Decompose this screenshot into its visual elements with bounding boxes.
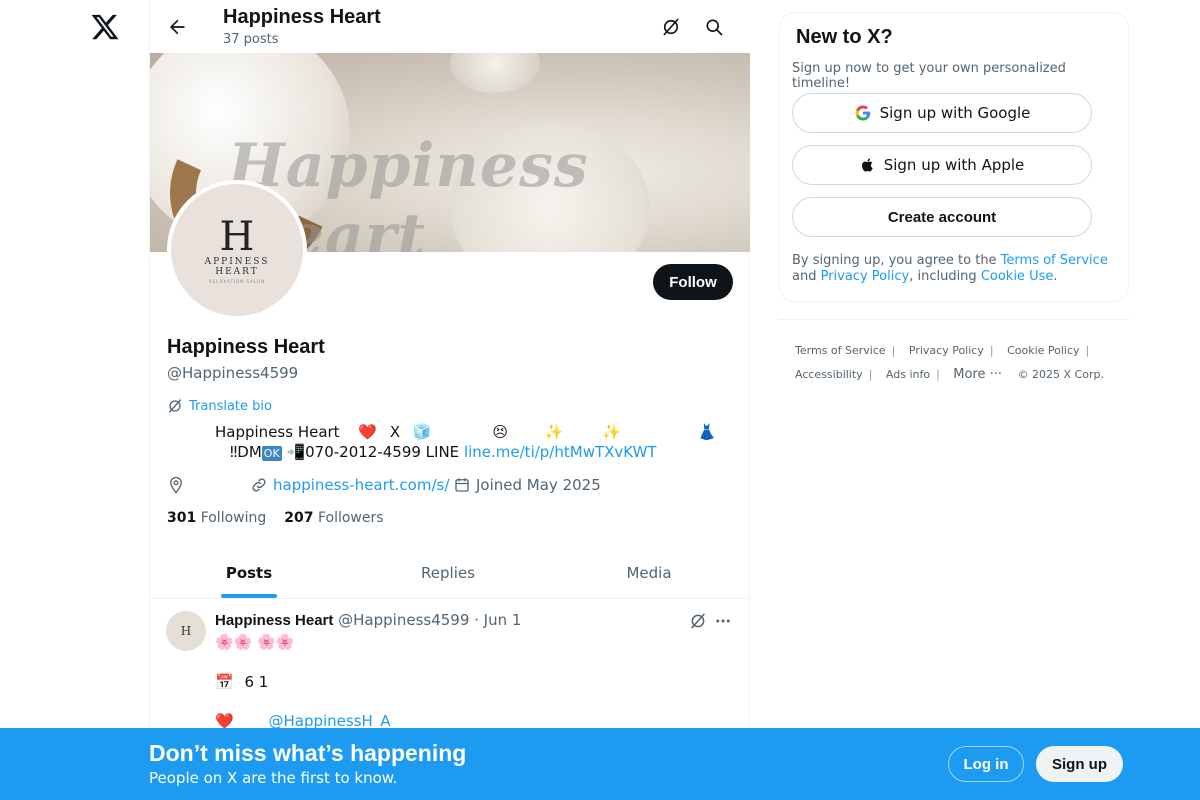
sidebar-divider	[779, 319, 1129, 320]
bio-face-emoji: 😣	[492, 423, 508, 441]
footer-accessibility-link[interactable]: Accessibility	[795, 368, 863, 381]
footer-cookie-link[interactable]: Cookie Policy	[1007, 344, 1079, 357]
legal-including: , including	[909, 269, 981, 284]
location-item	[167, 476, 185, 494]
grok-icon[interactable]	[658, 14, 684, 40]
profile-name: Happiness Heart	[167, 336, 325, 358]
follow-button[interactable]: Follow	[653, 264, 733, 300]
privacy-link[interactable]: Privacy Policy	[821, 269, 910, 284]
post-avatar-monogram: H	[180, 624, 192, 638]
bio-ice-emoji: 🧊	[412, 423, 432, 441]
google-icon	[855, 105, 870, 121]
followers-count: 207	[284, 510, 314, 526]
footer-ads-info-link[interactable]: Ads info	[886, 368, 930, 381]
profile-column: Happiness Heart 37 posts Happiness Heart…	[149, 0, 750, 800]
bio-line-2: ‼DM OK 📲070-2012-4599 LINE line.me/ti/p/h…	[230, 443, 657, 461]
profile-header-bar: Happiness Heart 37 posts	[150, 0, 750, 53]
post-line-date: 📅 6 1	[215, 673, 268, 691]
translate-bio-label: Translate bio	[189, 398, 272, 414]
legal-prefix: By signing up, you agree to the	[792, 253, 1001, 268]
tab-posts[interactable]: Posts	[150, 547, 348, 599]
footer-more-button[interactable]: More ···	[953, 367, 1002, 382]
cookie-use-link[interactable]: Cookie Use	[981, 269, 1054, 284]
signup-card: New to X? Sign up now to get your own pe…	[779, 12, 1129, 302]
bottom-signup-bar: Don’t miss what’s happening People on X …	[0, 728, 1200, 800]
bio-phone-text: 📲070-2012-4599 LINE	[286, 443, 460, 461]
profile-avatar[interactable]: H APPINESS HEART RELAXATION SALON	[167, 180, 307, 320]
translate-icon	[169, 399, 181, 413]
bottom-bar-title: Don’t miss what’s happening	[149, 740, 467, 766]
more-options-icon[interactable]	[713, 611, 733, 631]
tab-replies[interactable]: Replies	[348, 547, 548, 599]
active-tab-indicator	[221, 594, 277, 598]
bio-line-1: Happiness Heart ❤️ X 🧊 😣 ✨ ✨ 👗	[215, 423, 735, 441]
header-post-count: 37 posts	[223, 32, 279, 47]
apple-signup-label: Sign up with Apple	[883, 156, 1025, 174]
following-count: 301	[167, 510, 197, 526]
signup-card-subtitle: Sign up now to get your own personalized…	[792, 61, 1066, 91]
calendar-icon	[455, 478, 469, 492]
footer-links: Terms of Service | Privacy Policy | Cookie…	[795, 344, 1104, 382]
joined-date: Joined May 2025	[476, 476, 601, 494]
footer-copyright: © 2025 X Corp.	[1017, 368, 1104, 381]
website-item: happiness-heart.com/s/	[250, 476, 449, 494]
post-avatar[interactable]: H	[166, 611, 206, 651]
location-pin-icon	[170, 476, 182, 494]
legal-end: .	[1053, 269, 1058, 284]
apple-signup-button[interactable]: Sign up with Apple	[792, 145, 1092, 185]
avatar-brand-line2: HEART	[215, 266, 259, 277]
translate-bio-button[interactable]: Translate bio	[167, 398, 272, 414]
avatar-brand-line: APPINESS	[204, 256, 270, 267]
x-logo-icon[interactable]	[90, 12, 120, 42]
avatar-tagline: RELAXATION SALON	[208, 278, 266, 284]
legal-and: and	[792, 269, 821, 284]
profile-tabs: Posts Replies Media	[150, 547, 750, 599]
following-link[interactable]: 301 Following	[167, 510, 266, 526]
google-signup-label: Sign up with Google	[879, 104, 1031, 122]
bottom-bar-subtitle: People on X are the first to know.	[149, 769, 398, 787]
post-line-flowers: 🌸🌸 🌸🌸	[215, 633, 295, 651]
footer-privacy-link[interactable]: Privacy Policy	[909, 344, 984, 357]
bio-sparkle-emoji: ✨	[544, 423, 564, 441]
bio-line-link[interactable]: line.me/ti/p/htMwTXvKWT	[464, 443, 657, 461]
terms-link[interactable]: Terms of Service	[1001, 253, 1108, 268]
signup-button[interactable]: Sign up	[1036, 746, 1123, 782]
post-calendar-emoji: 📅	[215, 673, 234, 691]
back-arrow-icon[interactable]	[164, 14, 190, 40]
post-header: Happiness Heart @Happiness4599 · Jun 1	[215, 611, 521, 629]
bio-dress-emoji: 👗	[697, 423, 717, 441]
header-title: Happiness Heart	[223, 6, 381, 28]
search-icon[interactable]	[701, 14, 727, 40]
apple-icon	[861, 158, 873, 172]
followers-link[interactable]: 207 Followers	[284, 510, 383, 526]
google-signup-button[interactable]: Sign up with Google	[792, 93, 1092, 133]
followers-label: Followers	[317, 510, 384, 526]
create-account-button[interactable]: Create account	[792, 197, 1092, 237]
signup-card-title: New to X?	[796, 26, 893, 48]
footer-terms-link[interactable]: Terms of Service	[795, 344, 886, 357]
bio-dm-text: ‼DM	[230, 443, 262, 461]
banner-jar	[450, 53, 540, 93]
post-date-text: 6 1	[244, 673, 269, 691]
post-author[interactable]: Happiness Heart	[215, 612, 333, 629]
bio-text: Happiness Heart	[215, 423, 340, 441]
bio-sparkle-emoji-2: ✨	[602, 423, 621, 441]
website-link[interactable]: happiness-heart.com/s/	[273, 476, 449, 494]
signup-legal-text: By signing up, you agree to the Terms of…	[792, 253, 1122, 285]
bio-heart-emoji: ❤️	[358, 423, 378, 441]
tab-media[interactable]: Media	[548, 547, 750, 599]
banner-watermark: Happiness Heart	[228, 131, 589, 252]
follow-stats: 301 Following 207 Followers	[167, 510, 384, 526]
bio-ok-badge: OK	[261, 446, 282, 461]
profile-handle: @Happiness4599	[167, 364, 299, 382]
bio-x-text: X	[389, 423, 401, 441]
joined-item: Joined May 2025	[453, 476, 601, 494]
post-grok-icon[interactable]	[688, 611, 708, 631]
avatar-monogram: H	[219, 213, 255, 260]
post-handle-date: @Happiness4599 · Jun 1	[338, 611, 522, 629]
following-label: Following	[200, 510, 267, 526]
link-icon	[252, 478, 266, 492]
login-button[interactable]: Log in	[948, 746, 1024, 782]
